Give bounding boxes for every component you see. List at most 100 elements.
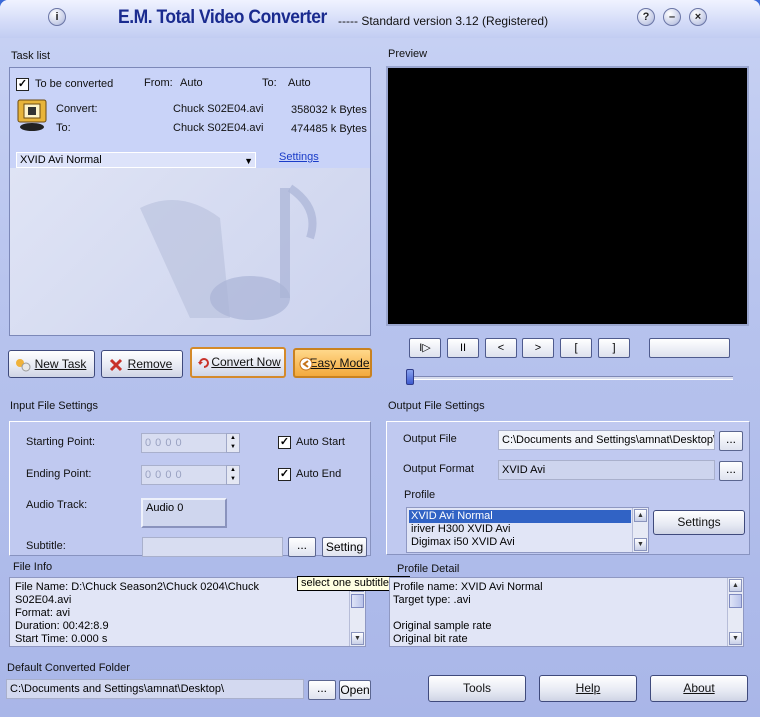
scroll-down-icon[interactable]: ▼ bbox=[634, 538, 647, 551]
task-item[interactable]: ✓ To be converted From: Auto To: Auto Co… bbox=[10, 68, 370, 168]
subtitle-browse-button[interactable]: ... bbox=[288, 537, 316, 557]
new-task-label: New Task bbox=[34, 357, 87, 371]
input-settings-label: Input File Settings bbox=[10, 400, 99, 412]
scroll-down-icon[interactable]: ▼ bbox=[351, 632, 364, 645]
convert-icon bbox=[198, 358, 209, 368]
output-file-input[interactable]: C:\Documents and Settings\amnat\Desktop\ bbox=[498, 430, 715, 450]
new-task-button[interactable]: New Task bbox=[8, 350, 95, 378]
to-be-converted-checkbox[interactable]: ✓ bbox=[16, 78, 29, 91]
profile-list-scrollbar[interactable]: ▲ ▼ bbox=[632, 508, 648, 552]
file-info-line: File Name: D:\Chuck Season2\Chuck 0204\C… bbox=[15, 581, 259, 593]
profile-detail-line: Target type: .avi bbox=[393, 594, 471, 606]
target-size: 474485 k Bytes bbox=[291, 123, 367, 135]
spin-down-icon[interactable]: ▼ bbox=[227, 443, 239, 452]
help-button[interactable]: Help bbox=[539, 675, 637, 702]
profile-label: Profile bbox=[404, 489, 436, 501]
remove-button[interactable]: Remove bbox=[101, 350, 183, 378]
profile-detail-line: Original sample rate bbox=[393, 620, 492, 632]
profile-dropdown[interactable]: XVID Avi Normal ▼ bbox=[16, 152, 256, 168]
file-info-label: File Info bbox=[13, 561, 53, 573]
spin-up-icon[interactable]: ▲ bbox=[227, 466, 239, 475]
app-window: i E.M. Total Video Converter ----- Stand… bbox=[0, 0, 760, 717]
ending-point-stepper[interactable]: ▲ ▼ bbox=[226, 465, 240, 485]
profile-detail-box[interactable]: Profile name: XVID Avi Normal Target typ… bbox=[389, 577, 744, 647]
spin-down-icon[interactable]: ▼ bbox=[227, 475, 239, 484]
output-file-label: Output File bbox=[403, 433, 457, 445]
convert-size: 358032 k Bytes bbox=[291, 104, 367, 116]
to-value: Auto bbox=[288, 77, 311, 89]
info-icon[interactable]: i bbox=[48, 8, 66, 26]
spin-up-icon[interactable]: ▲ bbox=[227, 434, 239, 443]
task-list-label: Task list bbox=[11, 50, 51, 62]
play-button[interactable]: I▷ bbox=[409, 338, 441, 358]
scroll-thumb[interactable] bbox=[729, 594, 742, 608]
output-settings-label: Output File Settings bbox=[388, 400, 485, 412]
auto-start-checkbox[interactable]: ✓ bbox=[278, 436, 291, 449]
subtitle-input[interactable] bbox=[142, 537, 283, 557]
to-be-converted-label: To be converted bbox=[35, 78, 114, 90]
help-icon[interactable]: ? bbox=[637, 8, 655, 26]
starting-point-input[interactable]: 0 0 0 0 bbox=[141, 433, 227, 453]
easy-mode-button[interactable]: Easy Mode bbox=[293, 348, 372, 378]
mark-out-button[interactable]: ] bbox=[598, 338, 630, 358]
file-info-line: Start Time: 0.000 s bbox=[15, 633, 108, 645]
task-list[interactable]: ✓ To be converted From: Auto To: Auto Co… bbox=[9, 67, 371, 336]
auto-start-label: Auto Start bbox=[296, 436, 345, 448]
task-settings-link[interactable]: Settings bbox=[279, 151, 319, 163]
auto-end-checkbox[interactable]: ✓ bbox=[278, 468, 291, 481]
tools-button[interactable]: Tools bbox=[428, 675, 526, 702]
about-button[interactable]: About bbox=[650, 675, 748, 702]
app-title: E.M. Total Video Converter bbox=[118, 7, 327, 28]
seek-track[interactable] bbox=[408, 376, 733, 380]
default-folder-browse-button[interactable]: ... bbox=[308, 680, 336, 700]
pause-button[interactable]: II bbox=[447, 338, 479, 358]
open-folder-button[interactable]: Open bbox=[339, 680, 371, 700]
audio-track-label: Audio Track: bbox=[26, 499, 88, 511]
scroll-down-icon[interactable]: ▼ bbox=[729, 632, 742, 645]
subtitle-setting-button[interactable]: Setting bbox=[322, 537, 367, 557]
ending-point-input[interactable]: 0 0 0 0 bbox=[141, 465, 227, 485]
audio-track-list[interactable]: Audio 0 bbox=[141, 498, 227, 528]
profile-list-item[interactable]: Digimax i50 XVID Avi bbox=[409, 536, 515, 549]
remove-icon bbox=[109, 358, 123, 372]
to-label: To: bbox=[262, 77, 277, 89]
video-file-icon bbox=[17, 99, 47, 131]
profile-list-item[interactable]: iriver H300 XVID Avi bbox=[409, 523, 510, 536]
output-format-label: Output Format bbox=[403, 463, 474, 475]
convert-file: Chuck S02E04.avi bbox=[173, 103, 264, 115]
default-folder-label: Default Converted Folder bbox=[7, 662, 130, 674]
next-frame-button[interactable]: > bbox=[522, 338, 554, 358]
title-bar[interactable]: i E.M. Total Video Converter ----- Stand… bbox=[0, 0, 760, 38]
profile-list[interactable]: XVID Avi Normal iriver H300 XVID Avi Dig… bbox=[406, 507, 649, 553]
close-icon[interactable]: × bbox=[689, 8, 707, 26]
preview-screen bbox=[386, 66, 749, 326]
prev-frame-button[interactable]: < bbox=[485, 338, 517, 358]
app-version: ----- Standard version 3.12 (Registered) bbox=[338, 14, 549, 28]
easy-mode-icon bbox=[299, 357, 313, 371]
new-task-icon bbox=[16, 359, 31, 372]
profile-list-item[interactable]: XVID Avi Normal bbox=[409, 510, 631, 523]
seek-thumb[interactable] bbox=[406, 369, 414, 385]
profile-detail-line: Profile name: XVID Avi Normal bbox=[393, 581, 543, 593]
default-folder-input[interactable]: C:\Documents and Settings\amnat\Desktop\ bbox=[6, 679, 304, 699]
starting-point-stepper[interactable]: ▲ ▼ bbox=[226, 433, 240, 453]
convert-label: Convert: bbox=[56, 103, 98, 115]
convert-now-button[interactable]: Convert Now bbox=[190, 347, 286, 378]
easy-mode-label: Easy Mode bbox=[309, 356, 370, 370]
scroll-thumb[interactable] bbox=[351, 594, 364, 608]
scroll-up-icon[interactable]: ▲ bbox=[634, 509, 647, 522]
profile-settings-button[interactable]: Settings bbox=[653, 510, 745, 535]
preview-label: Preview bbox=[388, 48, 428, 60]
minimize-icon[interactable]: – bbox=[663, 8, 681, 26]
output-file-browse-button[interactable]: ... bbox=[719, 431, 743, 451]
scroll-up-icon[interactable]: ▲ bbox=[729, 579, 742, 592]
profile-detail-scrollbar[interactable]: ▲ ▼ bbox=[727, 578, 743, 646]
mark-in-button[interactable]: [ bbox=[560, 338, 592, 358]
convert-now-label: Convert Now bbox=[211, 355, 281, 369]
output-format-input[interactable]: XVID Avi bbox=[498, 460, 715, 480]
blank-player-button[interactable] bbox=[649, 338, 730, 358]
output-format-browse-button[interactable]: ... bbox=[719, 461, 743, 481]
music-note-watermark bbox=[140, 184, 317, 320]
target-label: To: bbox=[56, 122, 71, 134]
profile-detail-line: Original bit rate bbox=[393, 633, 468, 645]
